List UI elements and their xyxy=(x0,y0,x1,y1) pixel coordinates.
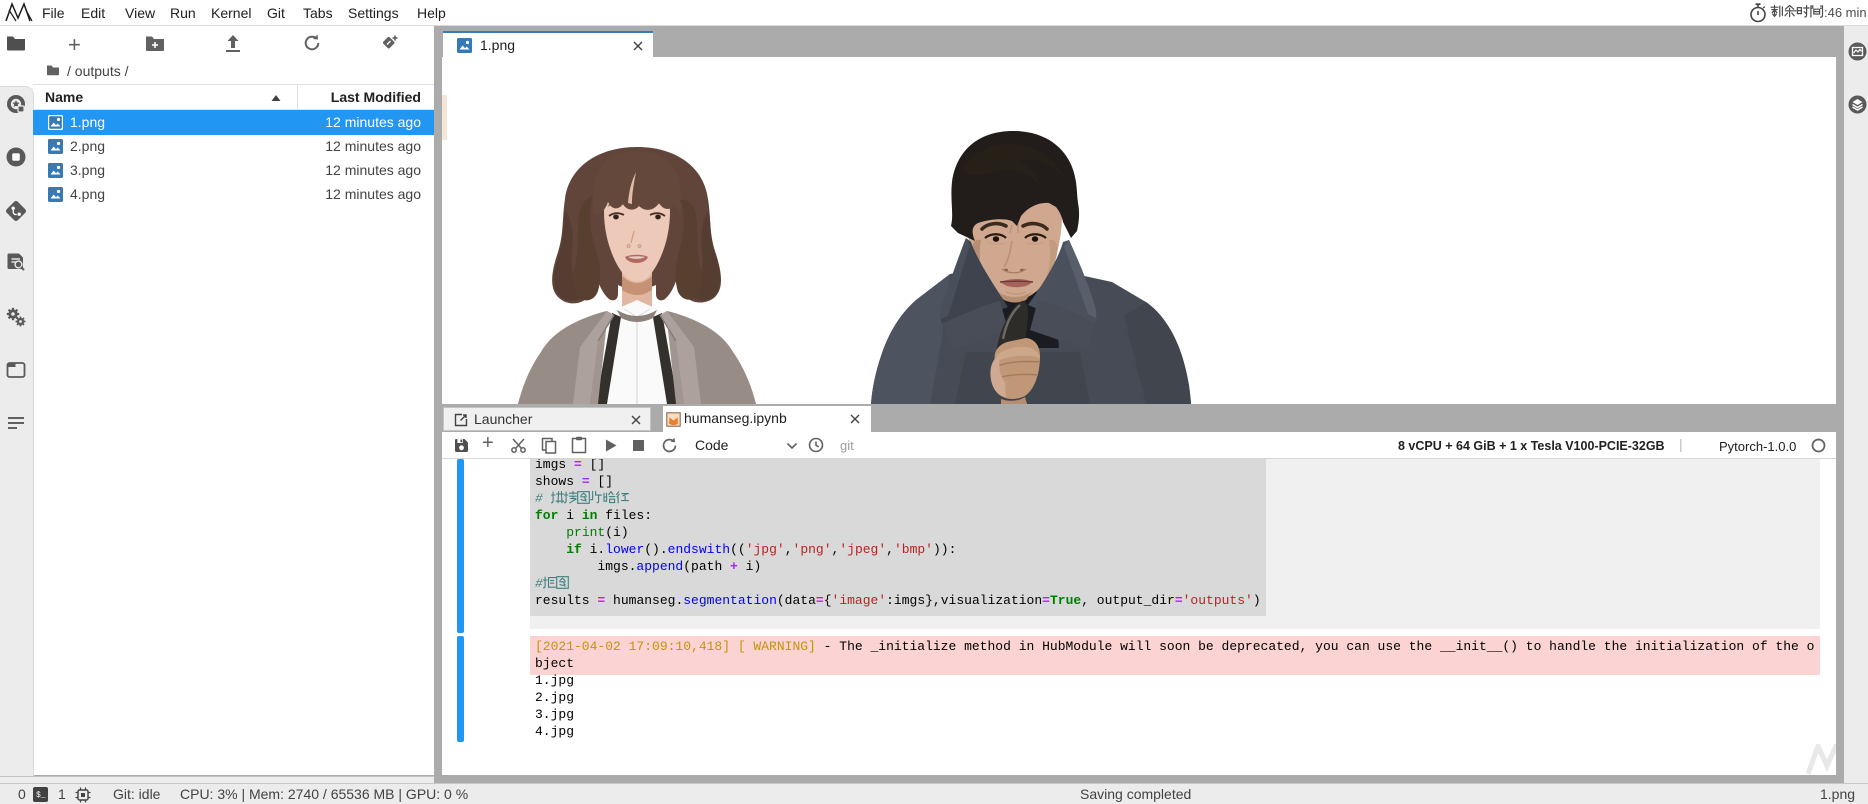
svg-text:$_: $_ xyxy=(36,791,46,800)
